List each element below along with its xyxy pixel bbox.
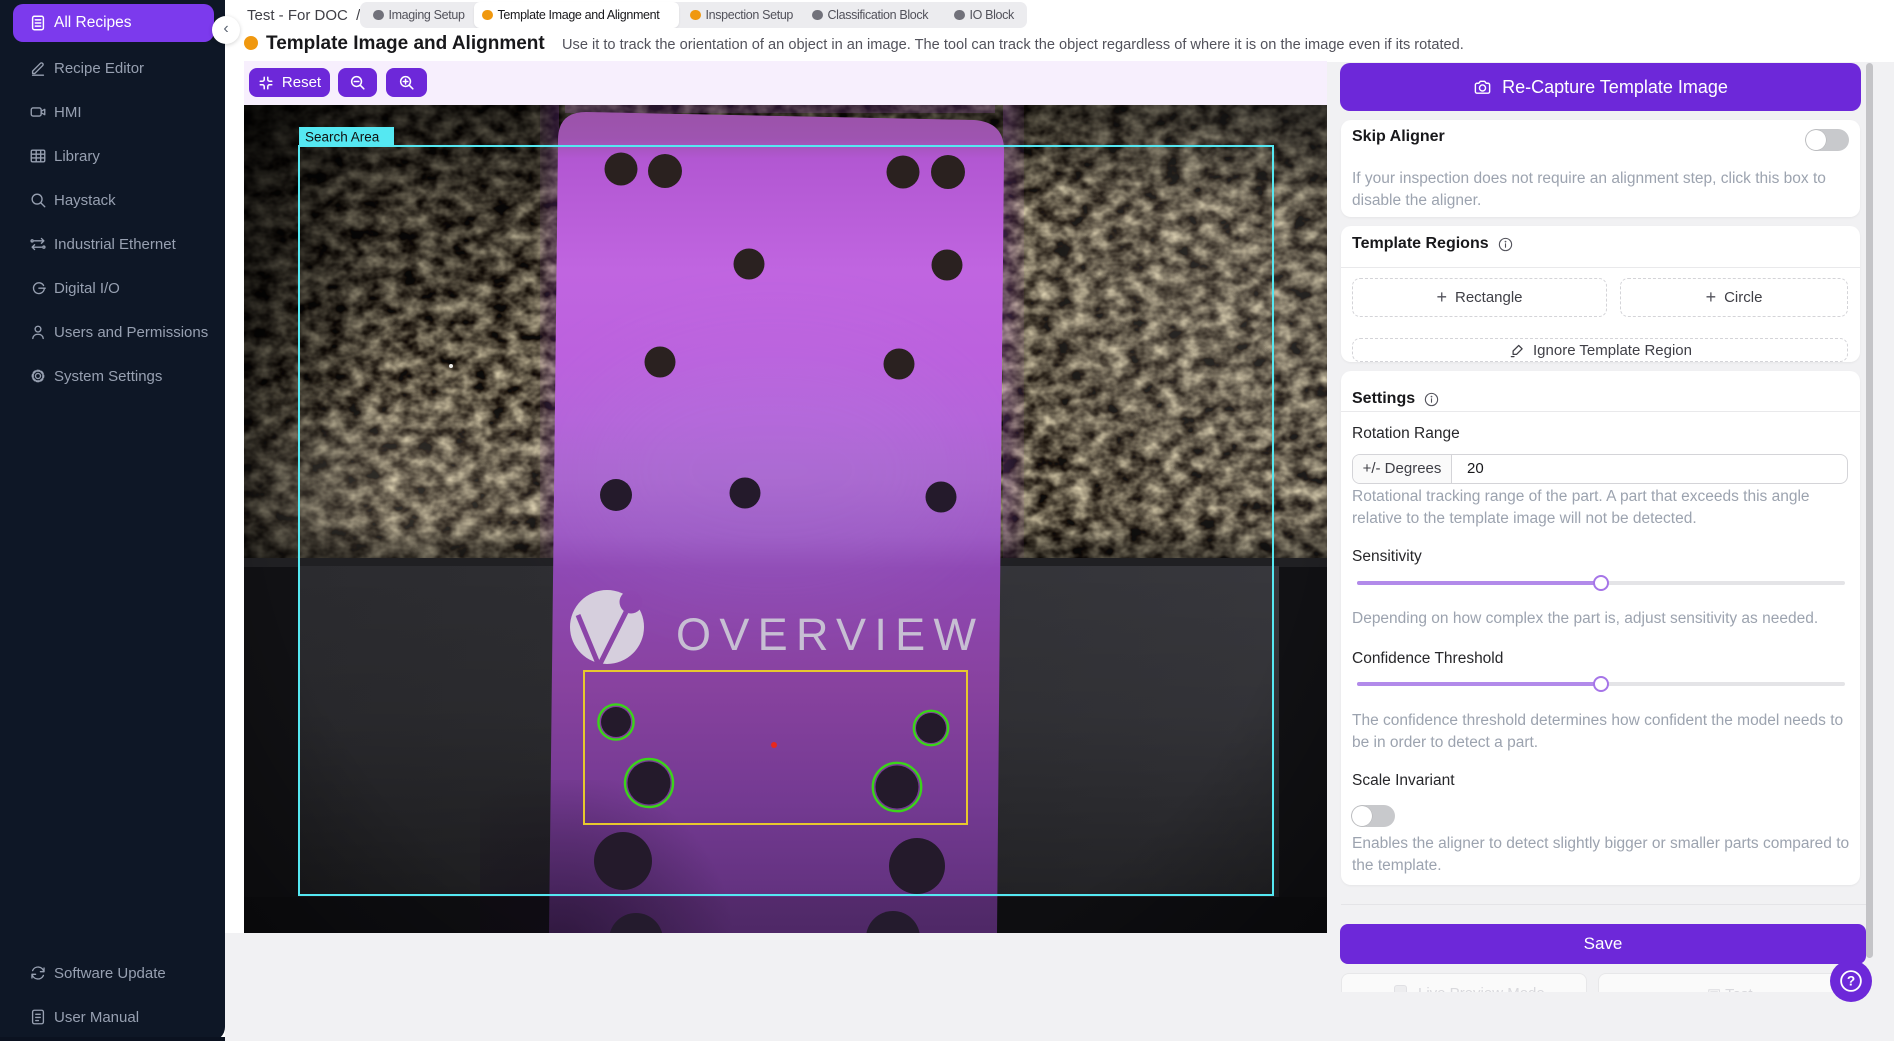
svg-text:?: ? — [1847, 974, 1855, 989]
svg-text:Search Area: Search Area — [305, 130, 380, 145]
